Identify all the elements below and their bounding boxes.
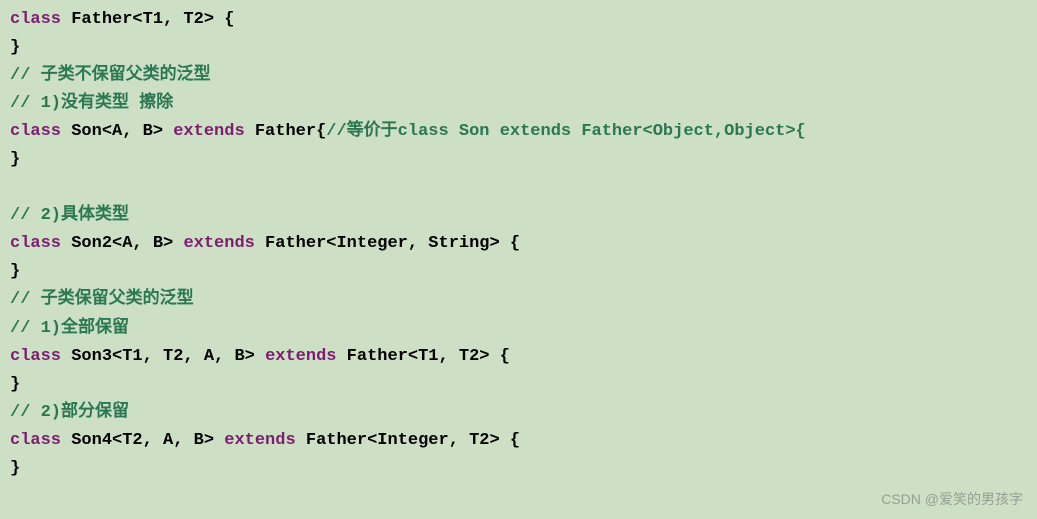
code-text: Son<A, B>: [61, 122, 173, 141]
code-comment: // 2)部分保留: [10, 403, 129, 422]
code-line: }: [10, 146, 1027, 174]
code-line: class Son2<A, B> extends Father<Integer,…: [10, 230, 1027, 258]
code-line: }: [10, 34, 1027, 62]
code-text: Father<T1, T2> {: [336, 347, 509, 366]
code-comment: // 1)全部保留: [10, 319, 129, 338]
code-text: [10, 178, 20, 197]
code-line: class Son3<T1, T2, A, B> extends Father<…: [10, 343, 1027, 371]
code-line: // 1)没有类型 擦除: [10, 90, 1027, 118]
code-line: [10, 174, 1027, 202]
code-keyword: class: [10, 347, 61, 366]
code-line: class Father<T1, T2> {: [10, 6, 1027, 34]
code-line: // 子类保留父类的泛型: [10, 286, 1027, 314]
code-line: // 子类不保留父类的泛型: [10, 62, 1027, 90]
code-text: Father<T1, T2> {: [61, 10, 234, 29]
code-line: class Son4<T2, A, B> extends Father<Inte…: [10, 427, 1027, 455]
code-text: }: [10, 375, 20, 394]
code-keyword: class: [10, 234, 61, 253]
code-keyword: extends: [224, 431, 295, 450]
code-line: }: [10, 258, 1027, 286]
code-keyword: extends: [265, 347, 336, 366]
code-text: Son4<T2, A, B>: [61, 431, 224, 450]
code-keyword: extends: [183, 234, 254, 253]
code-text: Son3<T1, T2, A, B>: [61, 347, 265, 366]
code-comment: // 1)没有类型 擦除: [10, 94, 173, 113]
code-comment: //等价于class Son extends Father<Object,Obj…: [326, 122, 805, 141]
code-comment: // 子类保留父类的泛型: [10, 290, 194, 309]
code-line: }: [10, 455, 1027, 483]
code-text: Father{: [245, 122, 327, 141]
code-text: Father<Integer, T2> {: [296, 431, 520, 450]
code-line: }: [10, 371, 1027, 399]
code-text: Son2<A, B>: [61, 234, 183, 253]
code-comment: // 子类不保留父类的泛型: [10, 66, 211, 85]
code-keyword: class: [10, 10, 61, 29]
code-text: }: [10, 459, 20, 478]
code-line: class Son<A, B> extends Father{//等价于clas…: [10, 118, 1027, 146]
code-text: }: [10, 262, 20, 281]
code-text: }: [10, 150, 20, 169]
watermark: CSDN @爱笑的男孩字: [881, 488, 1023, 511]
code-keyword: class: [10, 122, 61, 141]
code-keyword: extends: [173, 122, 244, 141]
code-line: // 1)全部保留: [10, 315, 1027, 343]
code-block: class Father<T1, T2> {} // 子类不保留父类的泛型 // 1…: [10, 6, 1027, 483]
code-text: Father<Integer, String> {: [255, 234, 520, 253]
code-keyword: class: [10, 431, 61, 450]
code-line: // 2)具体类型: [10, 202, 1027, 230]
code-text: }: [10, 38, 20, 57]
code-line: // 2)部分保留: [10, 399, 1027, 427]
code-comment: // 2)具体类型: [10, 206, 129, 225]
